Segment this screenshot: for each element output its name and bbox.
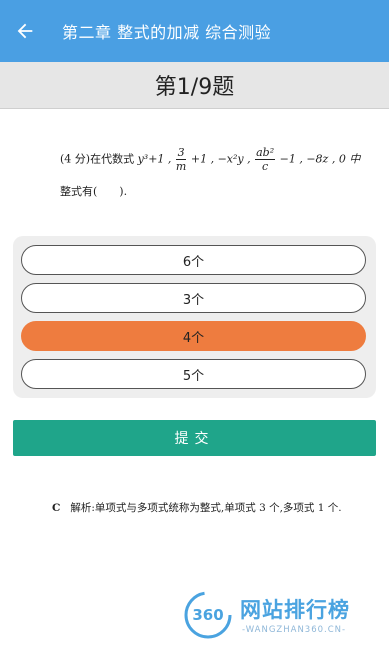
options-panel: 6个 3个 4个 5个 bbox=[13, 236, 376, 398]
app-bar: 第二章 整式的加减 综合测验 bbox=[0, 0, 389, 62]
question-term-2: +1 , −x²y , bbox=[190, 152, 251, 166]
fraction-denominator: c bbox=[262, 160, 269, 173]
question-counter: 第1/9题 bbox=[0, 62, 389, 109]
option-d-button[interactable]: 5个 bbox=[21, 359, 366, 389]
watermark-title: 网站排行榜 bbox=[240, 598, 350, 622]
watermark: 360 网站排行榜 -WANGZHAN360.CN- bbox=[180, 588, 385, 643]
option-b-button[interactable]: 3个 bbox=[21, 283, 366, 313]
page-title: 第二章 整式的加减 综合测验 bbox=[62, 23, 272, 42]
submit-button[interactable]: 提交 bbox=[13, 420, 376, 456]
analysis-body: 解析:单项式与多项式统称为整式,单项式 3 个,多项式 1 个. bbox=[70, 502, 342, 514]
analysis-text: C 解析:单项式与多项式统称为整式,单项式 3 个,多项式 1 个. bbox=[52, 500, 352, 516]
question-line-2: 整式有( ). bbox=[60, 185, 128, 198]
question-line-1: (4 分)在代数式 y³+1 , 3 m +1 , −x²y , ab² c −… bbox=[60, 146, 380, 173]
fraction-ab2-over-c: ab² c bbox=[255, 146, 276, 173]
answer-letter: C bbox=[52, 502, 61, 514]
question-prefix: (4 分)在代数式 bbox=[60, 152, 135, 166]
fraction-denominator: m bbox=[175, 160, 187, 173]
arrow-left-icon[interactable] bbox=[14, 20, 36, 42]
question-term-3: −1 , −8z , 0 中 bbox=[279, 152, 361, 166]
watermark-subtitle: -WANGZHAN360.CN- bbox=[242, 625, 347, 635]
option-a-button[interactable]: 6个 bbox=[21, 245, 366, 275]
option-c-button[interactable]: 4个 bbox=[21, 321, 366, 351]
question-text: (4 分)在代数式 y³+1 , 3 m +1 , −x²y , ab² c −… bbox=[60, 146, 380, 201]
question-term-1: y³+1 , bbox=[137, 152, 172, 166]
site-logo-icon: 360 bbox=[184, 591, 232, 639]
fraction-numerator: ab² bbox=[255, 146, 276, 160]
logo-text: 360 bbox=[192, 606, 223, 624]
fraction-3-over-m: 3 m bbox=[175, 146, 187, 173]
fraction-numerator: 3 bbox=[175, 146, 187, 160]
